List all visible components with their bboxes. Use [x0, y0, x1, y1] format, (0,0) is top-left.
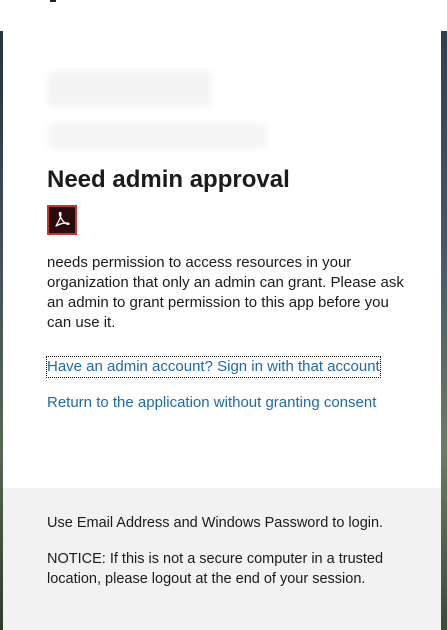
consent-dialog: Need admin approval needs permission to … [3, 31, 441, 630]
window-top-strip [0, 0, 447, 32]
permission-description: needs permission to access resources in … [47, 254, 404, 331]
background-right-edge [441, 31, 447, 630]
acrobat-icon [47, 205, 77, 235]
acrobat-icon-glyph [55, 211, 70, 227]
organization-logo-redacted [47, 71, 212, 107]
security-notice-text: NOTICE: If this is not a secure computer… [47, 551, 384, 587]
account-identifier-redacted [47, 123, 267, 149]
return-without-consent-link[interactable]: Return to the application without granti… [47, 393, 376, 413]
signin-admin-account-link[interactable]: Have an admin account? Sign in with that… [46, 356, 381, 378]
footer-notice-panel: Use Email Address and Windows Password t… [3, 488, 441, 630]
page-title: Need admin approval [47, 166, 290, 193]
login-hint-text: Use Email Address and Windows Password t… [47, 515, 384, 531]
top-mark [50, 0, 56, 2]
